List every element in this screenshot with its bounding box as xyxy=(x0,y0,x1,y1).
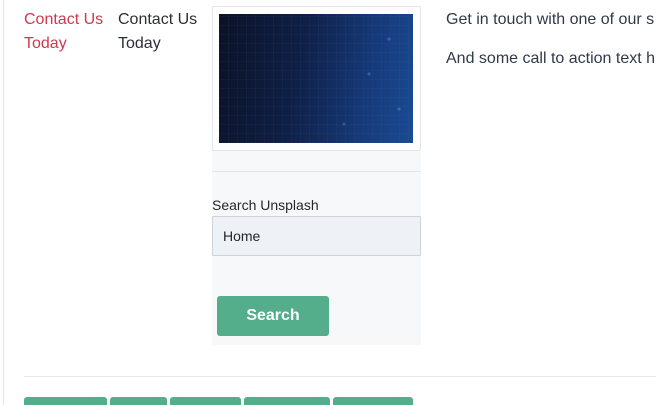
bottom-tab-3[interactable] xyxy=(170,397,241,405)
bottom-tab-4[interactable] xyxy=(244,397,330,405)
bottom-tab-5[interactable] xyxy=(333,397,413,405)
search-unsplash-label: Search Unsplash xyxy=(212,197,319,213)
section-divider xyxy=(24,376,656,377)
contact-us-link[interactable]: Contact Us Today xyxy=(24,8,106,56)
search-input[interactable] xyxy=(212,216,421,256)
call-to-action-block: Get in touch with one of our s And some … xyxy=(446,8,656,86)
cta-line-2: And some call to action text h xyxy=(446,50,655,67)
image-thumbnail-frame xyxy=(212,6,421,151)
cta-line-1: Get in touch with one of our s xyxy=(446,11,655,28)
unsplash-panel: Search Unsplash Search xyxy=(212,6,421,345)
panel-divider xyxy=(212,171,421,172)
background-image-thumbnail[interactable] xyxy=(219,14,413,143)
left-border-line xyxy=(3,0,4,405)
contact-us-text: Contact Us Today xyxy=(118,11,198,52)
bottom-tab-2[interactable] xyxy=(110,397,167,405)
search-button[interactable]: Search xyxy=(217,296,329,336)
bottom-tab-1[interactable] xyxy=(24,397,107,405)
